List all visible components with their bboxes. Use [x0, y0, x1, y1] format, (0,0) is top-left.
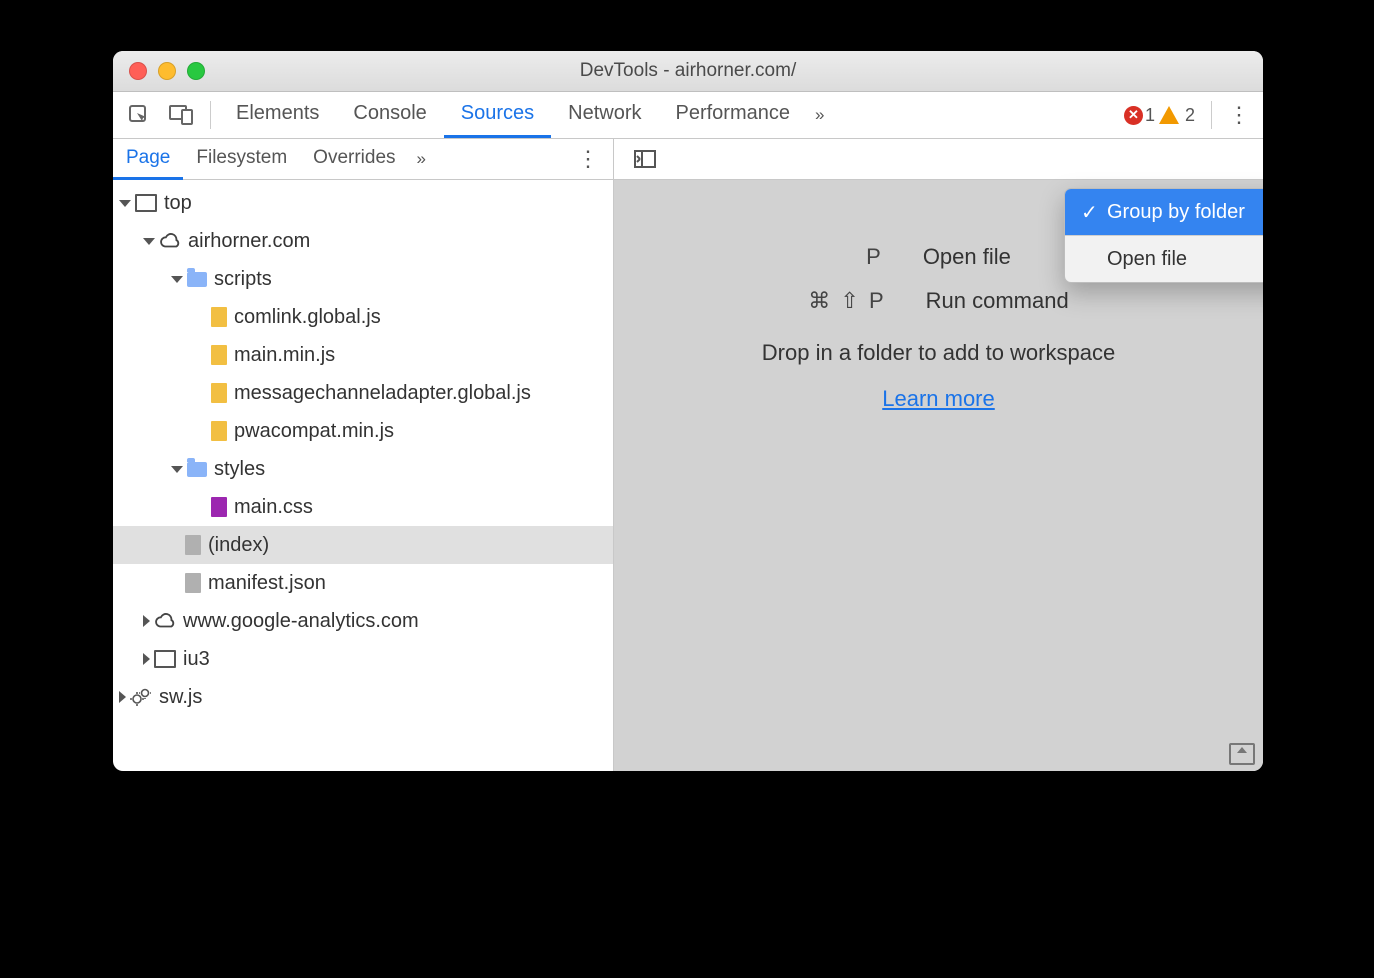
page-options-icon[interactable]: ⋮	[569, 146, 613, 172]
show-drawer-icon[interactable]	[1229, 743, 1255, 765]
devtools-toolbar: Elements Console Sources Network Perform…	[113, 92, 1263, 139]
tab-network[interactable]: Network	[551, 92, 658, 138]
shortcut-run-command: ⌘ ⇧ P	[808, 288, 885, 314]
tree-label: styles	[214, 458, 265, 481]
tree-domain[interactable]: airhorner.com	[113, 222, 613, 260]
devtools-window: DevTools - airhorner.com/ Elements Conso…	[113, 51, 1263, 771]
error-count-value: 1	[1145, 105, 1155, 126]
warning-count[interactable]: 2	[1159, 105, 1195, 126]
subtab-filesystem[interactable]: Filesystem	[183, 139, 300, 180]
tree-label: airhorner.com	[188, 230, 310, 253]
tree-label: sw.js	[159, 686, 202, 709]
js-file-icon	[211, 307, 227, 327]
hint-run-command: ⌘ ⇧ P Run command	[808, 288, 1068, 314]
shortcut-open-file: P	[866, 244, 883, 270]
zoom-icon[interactable]	[187, 62, 205, 80]
cloud-icon	[154, 610, 176, 632]
check-icon: ✓	[1081, 200, 1101, 225]
subtab-page[interactable]: Page	[113, 139, 183, 180]
disclosure-icon[interactable]	[143, 653, 150, 665]
disclosure-icon[interactable]	[119, 200, 131, 207]
warning-icon	[1159, 106, 1179, 124]
js-file-icon	[211, 345, 227, 365]
tab-sources[interactable]: Sources	[444, 92, 551, 138]
show-navigator-icon[interactable]	[628, 142, 662, 176]
inspect-icon[interactable]	[122, 98, 156, 132]
settings-menu-icon[interactable]: ⋮	[1220, 102, 1258, 128]
tree-file[interactable]: comlink.global.js	[113, 298, 613, 336]
disclosure-icon[interactable]	[171, 466, 183, 473]
tree-file[interactable]: manifest.json	[113, 564, 613, 602]
tree-label: scripts	[214, 268, 272, 291]
tree-file[interactable]: main.css	[113, 488, 613, 526]
disclosure-icon[interactable]	[119, 691, 126, 703]
tree-label: top	[164, 192, 192, 215]
menu-group-by-folder[interactable]: ✓ Group by folder	[1065, 189, 1263, 235]
page-options-dropdown: ✓ Group by folder Open file ⌘ P	[1064, 188, 1263, 283]
menu-open-file[interactable]: Open file ⌘ P	[1065, 236, 1263, 282]
separator-icon	[1211, 101, 1212, 129]
window-controls	[113, 62, 205, 80]
tree-frame-iu3[interactable]: iu3	[113, 640, 613, 678]
frame-icon	[135, 194, 157, 212]
tree-label: (index)	[208, 534, 269, 557]
tree-file-index[interactable]: (index)	[113, 526, 613, 564]
sources-subbar: Page Filesystem Overrides » ⋮	[113, 139, 1263, 180]
gears-icon	[130, 686, 152, 708]
hint-drop-folder: Drop in a folder to add to workspace	[762, 340, 1115, 366]
tree-label: iu3	[183, 648, 210, 671]
tree-label: manifest.json	[208, 572, 326, 595]
tab-console[interactable]: Console	[336, 92, 443, 138]
subtab-overrides[interactable]: Overrides	[300, 139, 408, 180]
tree-label: pwacompat.min.js	[234, 420, 394, 443]
tree-label: www.google-analytics.com	[183, 610, 419, 633]
document-file-icon	[185, 535, 201, 555]
window-title: DevTools - airhorner.com/	[113, 60, 1263, 82]
tree-file[interactable]: main.min.js	[113, 336, 613, 374]
minimize-icon[interactable]	[158, 62, 176, 80]
tree-worker[interactable]: sw.js	[113, 678, 613, 716]
disclosure-icon[interactable]	[143, 238, 155, 245]
tree-label: messagechanneladapter.global.js	[234, 382, 531, 405]
close-icon[interactable]	[129, 62, 147, 80]
device-toggle-icon[interactable]	[164, 98, 198, 132]
disclosure-icon[interactable]	[171, 276, 183, 283]
disclosure-icon[interactable]	[143, 615, 150, 627]
file-tree[interactable]: top airhorner.com scripts comlink.global…	[113, 180, 614, 771]
learn-more-link[interactable]: Learn more	[882, 386, 995, 412]
folder-icon	[187, 272, 207, 287]
hint-label: Run command	[926, 288, 1069, 314]
tree-label: comlink.global.js	[234, 306, 381, 329]
tree-domain-ga[interactable]: www.google-analytics.com	[113, 602, 613, 640]
cloud-icon	[159, 230, 181, 252]
js-file-icon	[211, 383, 227, 403]
more-subtabs-icon[interactable]: »	[409, 149, 434, 169]
tree-folder-styles[interactable]: styles	[113, 450, 613, 488]
menu-label: Open file	[1107, 248, 1187, 271]
error-icon: ✕	[1124, 106, 1143, 125]
tree-label: main.css	[234, 496, 313, 519]
tree-file[interactable]: pwacompat.min.js	[113, 412, 613, 450]
titlebar: DevTools - airhorner.com/	[113, 51, 1263, 92]
tab-elements[interactable]: Elements	[219, 92, 336, 138]
css-file-icon	[211, 497, 227, 517]
separator-icon	[210, 101, 211, 129]
tab-performance[interactable]: Performance	[659, 92, 808, 138]
tree-file[interactable]: messagechanneladapter.global.js	[113, 374, 613, 412]
tree-folder-scripts[interactable]: scripts	[113, 260, 613, 298]
frame-icon	[154, 650, 176, 668]
more-tabs-icon[interactable]: »	[807, 105, 832, 125]
error-count[interactable]: ✕ 1	[1124, 105, 1155, 126]
hint-label: Open file	[923, 244, 1011, 270]
main-area: top airhorner.com scripts comlink.global…	[113, 180, 1263, 771]
hint-open-file: P Open file	[866, 244, 1011, 270]
menu-label: Group by folder	[1107, 201, 1245, 224]
folder-icon	[187, 462, 207, 477]
tree-label: main.min.js	[234, 344, 335, 367]
editor-empty-pane: P Open file ⌘ ⇧ P Run command Drop in a …	[614, 180, 1263, 771]
tree-top[interactable]: top	[113, 184, 613, 222]
js-file-icon	[211, 421, 227, 441]
document-file-icon	[185, 573, 201, 593]
warning-count-value: 2	[1185, 105, 1195, 126]
